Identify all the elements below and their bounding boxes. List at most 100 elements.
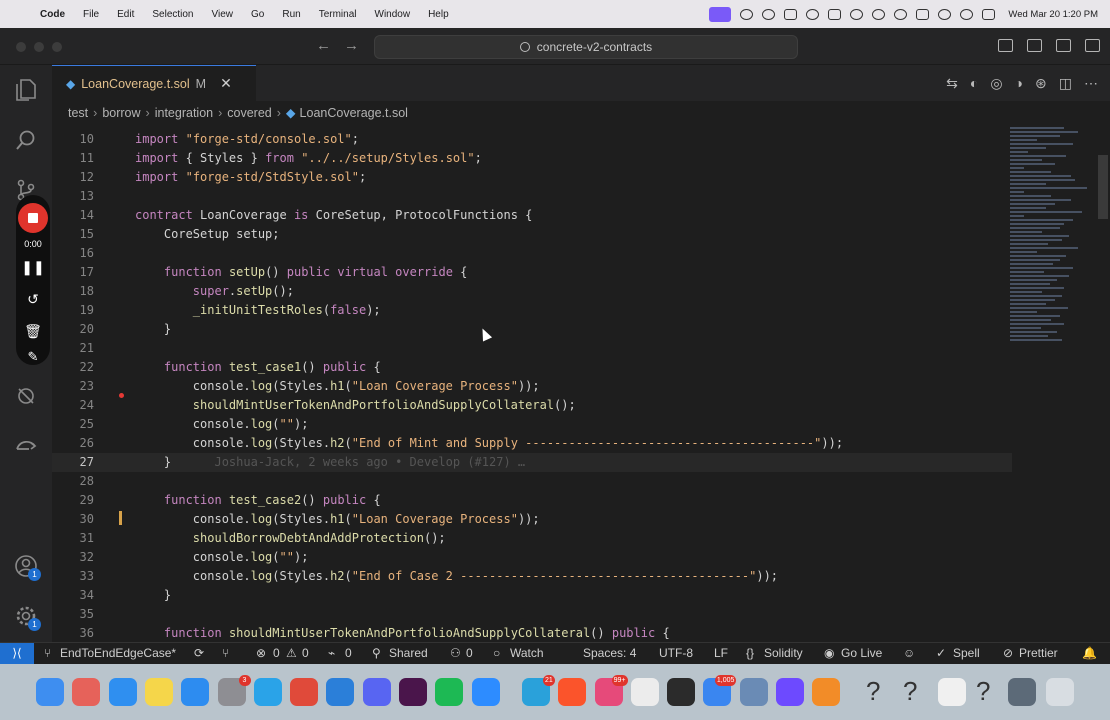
menu-terminal[interactable]: Terminal bbox=[319, 9, 357, 20]
git-commit-icon[interactable]: ◎ bbox=[990, 75, 1002, 92]
pause-icon[interactable]: ❚❚ bbox=[16, 259, 50, 276]
remote-explorer-icon[interactable] bbox=[13, 433, 39, 459]
split-editor-icon[interactable]: ◫ bbox=[1059, 75, 1072, 92]
accounts-icon[interactable]: 1 bbox=[13, 553, 41, 581]
minimap[interactable] bbox=[1010, 127, 1100, 347]
code-line[interactable]: 32 console.log(""); bbox=[52, 548, 1012, 567]
dock-sublime-icon[interactable] bbox=[812, 678, 841, 706]
menubar-clock[interactable]: Wed Mar 20 1:20 PM bbox=[1008, 9, 1098, 20]
spell-checker[interactable]: Spell bbox=[953, 643, 980, 664]
code-line[interactable]: 29 function test_case2() public { bbox=[52, 491, 1012, 510]
code-line[interactable]: 26 console.log(Styles.h2("End of Mint an… bbox=[52, 434, 1012, 453]
breadcrumb-item[interactable]: integration bbox=[155, 106, 213, 120]
ports-count[interactable]: 0 bbox=[345, 643, 352, 664]
dock-chrome-icon[interactable] bbox=[290, 678, 319, 706]
dock-downloads-icon[interactable] bbox=[1008, 678, 1036, 706]
dock-safari-icon[interactable] bbox=[108, 678, 137, 706]
forward-arrow-icon[interactable]: → bbox=[344, 37, 359, 54]
watch-icon[interactable]: ○ bbox=[493, 643, 500, 664]
code-line[interactable]: 24 shouldMintUserTokenAndPortfolioAndSup… bbox=[52, 396, 1012, 415]
code-editor[interactable]: 10 import "forge-std/console.sol"; 11 impor… bbox=[52, 127, 1110, 642]
menu-window[interactable]: Window bbox=[375, 9, 411, 20]
menu-run[interactable]: Run bbox=[282, 9, 300, 20]
dock-discord-icon[interactable] bbox=[362, 678, 391, 706]
dock-unknown-app-icon[interactable]: ? bbox=[866, 676, 880, 707]
language-mode[interactable]: Solidity bbox=[764, 643, 803, 664]
remote-indicator-icon[interactable]: ⟩⟨ bbox=[0, 643, 34, 665]
dock-vscode-icon[interactable] bbox=[326, 678, 355, 706]
timeline-icon[interactable]: ⊛ bbox=[1035, 75, 1047, 92]
problems-errors[interactable]: 0 bbox=[273, 643, 280, 664]
problems-warnings-icon[interactable]: ⚠ bbox=[286, 643, 297, 664]
code-line[interactable]: 25 console.log(""); bbox=[52, 415, 1012, 434]
customize-layout-icon[interactable] bbox=[1085, 39, 1100, 52]
code-line[interactable]: 28 bbox=[52, 472, 1012, 491]
live-share-icon[interactable]: ⚲ bbox=[372, 643, 381, 664]
vpn-status-icon[interactable] bbox=[806, 8, 820, 20]
close-window-button[interactable] bbox=[16, 42, 26, 52]
git-branch[interactable]: EndToEndEdgeCase* bbox=[60, 643, 176, 664]
dock-telegram-icon[interactable]: 21 bbox=[521, 675, 555, 706]
scrollbar-thumb[interactable] bbox=[1098, 155, 1108, 219]
go-live[interactable]: Go Live bbox=[841, 643, 882, 664]
battery-icon[interactable] bbox=[916, 8, 930, 20]
gear-status-icon[interactable] bbox=[740, 8, 754, 20]
code-line[interactable]: 13 bbox=[52, 187, 1012, 206]
toggle-panel-icon[interactable] bbox=[1027, 39, 1042, 52]
go-live-icon[interactable]: ◉ bbox=[824, 643, 834, 664]
code-line[interactable]: 19 _initUnitTestRoles(false); bbox=[52, 301, 1012, 320]
keyboard-status-icon[interactable] bbox=[784, 8, 798, 20]
indentation[interactable]: Spaces: 4 bbox=[583, 643, 636, 664]
dock-proton-icon[interactable] bbox=[776, 678, 804, 706]
trash-icon[interactable]: 🗑 bbox=[16, 323, 50, 340]
dock-notes-icon[interactable] bbox=[144, 678, 173, 706]
code-line[interactable]: 10 import "forge-std/console.sol"; bbox=[52, 130, 1012, 149]
dock-unknown-app-icon[interactable]: ? bbox=[976, 676, 990, 707]
code-line[interactable]: 17 function setUp() public virtual overr… bbox=[52, 263, 1012, 282]
code-line[interactable]: 30 console.log(Styles.h1("Loan Coverage … bbox=[52, 510, 1012, 529]
wifi-icon[interactable] bbox=[938, 8, 952, 20]
breadcrumb-item[interactable]: borrow bbox=[102, 106, 140, 120]
notifications-bell-icon[interactable]: 🔔 bbox=[1082, 643, 1097, 664]
tab-loancoverage[interactable]: ◆ LoanCoverage.t.sol M ✕ bbox=[52, 65, 256, 101]
stop-recording-button[interactable] bbox=[18, 203, 48, 233]
code-line[interactable]: 35 bbox=[52, 605, 1012, 624]
pencil-icon[interactable]: ✎ bbox=[16, 349, 50, 365]
dock-dropzone-icon[interactable] bbox=[253, 678, 282, 706]
menu-go[interactable]: Go bbox=[251, 9, 264, 20]
dock-preview-icon[interactable] bbox=[739, 678, 768, 706]
dock-launchpad-icon[interactable] bbox=[72, 678, 101, 706]
manage-gear-icon[interactable]: 1 bbox=[13, 603, 41, 631]
command-center-search[interactable]: concrete-v2-contracts bbox=[374, 35, 798, 59]
dock-app-store-icon[interactable] bbox=[181, 678, 210, 706]
menu-selection[interactable]: Selection bbox=[152, 9, 193, 20]
code-line[interactable]: 16 bbox=[52, 244, 1012, 263]
sync-status-icon[interactable] bbox=[828, 8, 842, 20]
menu-app-name[interactable]: Code bbox=[40, 9, 65, 20]
dock-zoom-icon[interactable] bbox=[471, 678, 500, 706]
explorer-icon[interactable] bbox=[13, 77, 39, 103]
dock-documents-icon[interactable] bbox=[938, 678, 966, 706]
code-line[interactable]: 34 } bbox=[52, 586, 1012, 605]
dock-finder-icon[interactable] bbox=[36, 678, 64, 706]
menu-edit[interactable]: Edit bbox=[117, 9, 134, 20]
breadcrumb-item[interactable]: test bbox=[68, 106, 88, 120]
sync-icon[interactable]: ⟳ bbox=[194, 643, 204, 664]
run-debug-icon[interactable] bbox=[13, 383, 39, 409]
live-share-people-icon[interactable]: ⚇ bbox=[450, 643, 461, 664]
prettier[interactable]: Prettier bbox=[1019, 643, 1058, 664]
code-line[interactable]: 27 } Joshua-Jack, 2 weeks ago • Develop … bbox=[52, 453, 1012, 472]
minimize-window-button[interactable] bbox=[34, 42, 44, 52]
toggle-primary-sidebar-icon[interactable] bbox=[998, 39, 1013, 52]
screen-recorder-icon[interactable] bbox=[709, 6, 732, 22]
encoding[interactable]: UTF-8 bbox=[659, 643, 693, 664]
ports-icon[interactable]: ⌁ bbox=[328, 643, 335, 664]
restart-icon[interactable]: ↺ bbox=[16, 291, 50, 308]
dock-spark-icon[interactable]: 99+ bbox=[594, 675, 628, 706]
dock-trash-icon[interactable] bbox=[1046, 678, 1074, 706]
dock-textedit-icon[interactable] bbox=[630, 678, 659, 706]
code-line[interactable]: 36 function shouldMintUserTokenAndPortfo… bbox=[52, 624, 1012, 642]
dock-brave-icon[interactable] bbox=[558, 678, 587, 706]
code-line[interactable]: 22 function test_case1() public { bbox=[52, 358, 1012, 377]
live-share-count[interactable]: 0 bbox=[466, 643, 473, 664]
